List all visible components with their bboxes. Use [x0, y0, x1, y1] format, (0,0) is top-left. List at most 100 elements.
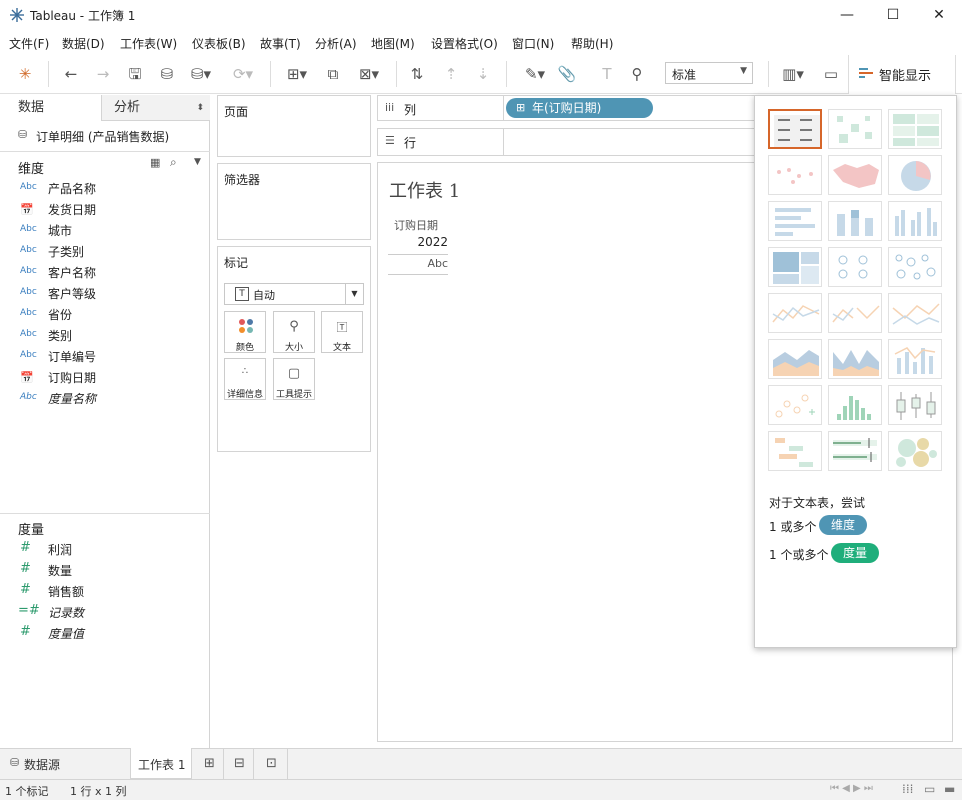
menu-map[interactable]: 地图(M) [371, 35, 415, 52]
chart-type-side-by-side-bars[interactable] [888, 201, 942, 241]
pause-updates-icon[interactable]: ⛁▾ [186, 63, 216, 85]
sort-asc-icon[interactable]: ⇡ [440, 63, 462, 85]
sheet-nav-arrows[interactable]: ⏮ ◀ ▶ ⏭ [830, 783, 873, 794]
maximize-button[interactable]: ☐ [870, 0, 916, 31]
search-icon[interactable]: ⌕ [170, 155, 177, 170]
dimension-field[interactable]: 📅 发货日期 [18, 200, 203, 220]
chart-type-dual-combination[interactable] [888, 339, 942, 379]
chart-type-continuous-lines[interactable] [768, 293, 822, 333]
swap-icon[interactable]: ⇅ [406, 63, 428, 85]
close-button[interactable]: ✕ [916, 0, 962, 31]
chart-type-side-by-side-circles[interactable] [888, 247, 942, 287]
column-pill[interactable]: ⊞ 年(订购日期) [506, 98, 653, 118]
menu-dashboard[interactable]: 仪表板(B) [192, 35, 246, 52]
chart-type-dual-lines[interactable] [888, 293, 942, 333]
expand-plus-icon[interactable]: ⊞ [516, 98, 525, 118]
color-button[interactable]: 颜色 [224, 311, 266, 353]
chart-type-heat-map[interactable] [828, 109, 882, 149]
chart-type-highlight-table[interactable] [888, 109, 942, 149]
tab-data[interactable]: 数据 [0, 95, 102, 121]
menu-worksheet[interactable]: 工作表(W) [120, 35, 177, 52]
chart-type-area-discrete[interactable] [828, 339, 882, 379]
dimension-field[interactable]: Abc 度量名称 [18, 389, 203, 409]
sheet-sorter-icon[interactable]: ⁞⁞⁞ [902, 782, 913, 796]
tooltip-button[interactable]: ▢ 工具提示 [273, 358, 315, 400]
presentation-icon[interactable]: ▭ [820, 63, 842, 85]
dimension-field[interactable]: Abc 客户名称 [18, 263, 203, 283]
measure-field[interactable]: # 销售额 [18, 582, 203, 602]
clear-sheet-icon[interactable]: ⊠▾ [352, 63, 386, 85]
dimension-field[interactable]: Abc 类别 [18, 326, 203, 346]
column-value[interactable]: 2022 [388, 235, 448, 255]
dimensions-menu-icon[interactable]: ▼ [194, 157, 201, 167]
menu-analysis[interactable]: 分析(A) [315, 35, 357, 52]
new-datasource-icon[interactable]: ⛁ [156, 63, 178, 85]
view-toggle-icon[interactable]: ▦ [150, 156, 160, 169]
menu-help[interactable]: 帮助(H) [571, 35, 613, 52]
undo-icon[interactable]: ← [60, 63, 82, 85]
chart-type-box-whisker[interactable] [888, 385, 942, 425]
menu-format[interactable]: 设置格式(O) [431, 35, 498, 52]
refresh-icon[interactable]: ⟳▾ [226, 63, 260, 85]
highlight-icon[interactable]: ✎▾ [518, 63, 552, 85]
pages-shelf[interactable]: 页面 [217, 95, 371, 157]
group-icon[interactable]: 📎 [556, 63, 578, 85]
fit-select[interactable]: 标准 ▼ [665, 62, 753, 84]
text-placeholder[interactable]: Abc [388, 255, 448, 275]
size-button[interactable]: ⚲ 大小 [273, 311, 315, 353]
menu-window[interactable]: 窗口(N) [512, 35, 554, 52]
column-header[interactable]: 订购日期 [394, 217, 438, 233]
chart-type-stacked-bars[interactable] [828, 201, 882, 241]
chart-type-circle-views[interactable] [828, 247, 882, 287]
menu-file[interactable]: 文件(F) [9, 35, 49, 52]
tabs-view-icon[interactable]: ▬ [944, 782, 955, 796]
save-icon[interactable]: 🖫 [124, 63, 146, 85]
dimension-field[interactable]: Abc 产品名称 [18, 179, 203, 199]
chart-type-filled-map[interactable] [828, 155, 882, 195]
redo-icon[interactable]: → [92, 63, 114, 85]
chart-type-horizontal-bars[interactable] [768, 201, 822, 241]
duplicate-sheet-icon[interactable]: ⧉ [322, 63, 344, 85]
chart-type-symbol-map[interactable] [768, 155, 822, 195]
dimension-field[interactable]: Abc 省份 [18, 305, 203, 325]
text-button[interactable]: 🅃 文本 [321, 311, 363, 353]
minimize-button[interactable]: — [824, 0, 870, 31]
filmstrip-icon[interactable]: ▭ [924, 782, 935, 796]
chart-type-text-table[interactable] [768, 109, 822, 149]
dimension-field[interactable]: Abc 城市 [18, 221, 203, 241]
dimension-field[interactable]: Abc 订单编号 [18, 347, 203, 367]
tableau-home-icon[interactable]: ✳ [14, 63, 36, 85]
show-me-button[interactable]: 智能显示 [848, 55, 956, 94]
chart-type-packed-bubbles[interactable] [888, 431, 942, 471]
chart-type-scatter-plot[interactable] [768, 385, 822, 425]
menu-story[interactable]: 故事(T) [260, 35, 301, 52]
chart-type-pie-chart[interactable] [888, 155, 942, 195]
new-worksheet-icon[interactable]: ⊞ [196, 749, 224, 779]
chart-type-area-continuous[interactable] [768, 339, 822, 379]
new-story-icon[interactable]: ⊡ [256, 749, 288, 779]
dimension-field[interactable]: 📅 订购日期 [18, 368, 203, 388]
measure-field[interactable]: =# 记录数 [18, 603, 203, 623]
tab-analysis[interactable]: 分析 ⬍ [102, 95, 210, 121]
measure-field[interactable]: # 数量 [18, 561, 203, 581]
dimension-field[interactable]: Abc 子类别 [18, 242, 203, 262]
chart-type-discrete-lines[interactable] [828, 293, 882, 333]
filters-shelf[interactable]: 筛选器 [217, 163, 371, 240]
dimension-field[interactable]: Abc 客户等级 [18, 284, 203, 304]
sort-desc-icon[interactable]: ⇣ [472, 63, 494, 85]
mark-type-select[interactable]: T 自动 ▼ [224, 283, 364, 305]
detail-button[interactable]: ∴ 详细信息 [224, 358, 266, 400]
new-dashboard-icon[interactable]: ⊟ [226, 749, 254, 779]
measure-field[interactable]: # 利润 [18, 540, 203, 560]
chart-type-gantt-chart[interactable] [768, 431, 822, 471]
chart-type-bullet-graph[interactable] [828, 431, 882, 471]
labels-icon[interactable]: T [596, 63, 618, 85]
menu-data[interactable]: 数据(D) [62, 35, 105, 52]
new-worksheet-icon[interactable]: ⊞▾ [280, 63, 314, 85]
pin-icon[interactable]: ⚲ [626, 63, 648, 85]
sheet-tab[interactable]: 工作表 1 [130, 748, 192, 779]
measure-field[interactable]: # 度量值 [18, 624, 203, 644]
worksheet-title[interactable]: 工作表 1 [389, 177, 460, 203]
datasource-tab[interactable]: ⛁ 数据源 [0, 749, 130, 779]
chart-type-histogram[interactable] [828, 385, 882, 425]
